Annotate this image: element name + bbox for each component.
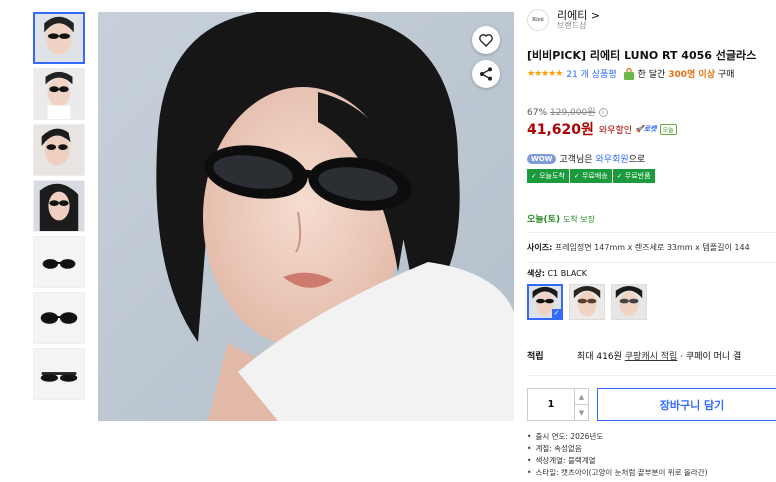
brand-name: 리에티 > [557, 8, 601, 22]
brand-link[interactable]: Rieti 리에티 > 브랜드샵 [527, 9, 600, 31]
wow-discount-label: 와우할인 [598, 125, 633, 136]
quantity-increase-button[interactable]: ▲ [575, 389, 588, 404]
badge-free-return: ✓ 무료반품 [612, 169, 655, 183]
discount-rate: 67% [527, 108, 548, 118]
detail-item: 색상계열: 블랙계열 [527, 455, 708, 467]
quantity-stepper[interactable]: 1 ▲ ▼ [527, 388, 589, 421]
color-label: 색상: [527, 269, 545, 278]
review-count-link[interactable]: 21 개 상품평 [566, 67, 616, 80]
badge-free-shipping: ✓ 무료배송 [569, 169, 612, 183]
thumbnail-1[interactable] [33, 12, 85, 64]
today-badge: 오늘 [659, 123, 677, 135]
rocket-delivery-badge: 🚀로켓 [635, 125, 657, 133]
thumbnail-5[interactable] [33, 236, 85, 288]
thumbnail-3[interactable] [33, 124, 85, 176]
product-info-panel: Rieti 리에티 > 브랜드샵 [비비PICK] 리에티 LUNO RT 40… [527, 0, 776, 482]
wow-text-suffix: 으로 [628, 155, 646, 165]
product-details-list: 출시 연도: 2026년도 계절: 속성없음 색상계열: 블랙계열 스타일: 캣… [527, 431, 708, 479]
color-options: ✓ [527, 284, 653, 320]
delivery-note: 도착 보장 [562, 215, 595, 224]
brand-logo: Rieti [527, 9, 549, 31]
original-price: 129,000원 [550, 108, 596, 118]
wishlist-button[interactable] [472, 26, 500, 54]
points-label: 적립 [527, 352, 544, 362]
divider [527, 375, 776, 376]
color-option-3[interactable] [611, 284, 647, 320]
share-button[interactable] [472, 60, 500, 88]
heart-icon [479, 34, 493, 47]
detail-item: 계절: 속성없음 [527, 443, 708, 455]
final-price: 41,620원 [527, 122, 594, 138]
size-info: 사이즈: 프레임정면 147mm x 렌즈세로 33mm x 템플길이 144 [527, 242, 750, 253]
delivery-info: 오늘(토) 도착 보장 [527, 212, 595, 225]
size-label: 사이즈: [527, 243, 553, 252]
divider [527, 232, 776, 233]
size-value: 프레임정면 147mm x 렌즈세로 33mm x 템플길이 144 [554, 243, 750, 252]
wow-member-row: WOW 고객님은 와우회원 으로 [527, 152, 645, 165]
points-suffix: · 쿠페이 머니 결 [680, 352, 742, 362]
model-photo [98, 12, 514, 421]
quantity-value[interactable]: 1 [528, 389, 574, 420]
color-option-2[interactable] [569, 284, 605, 320]
quantity-decrease-button[interactable]: ▼ [575, 404, 588, 420]
purchase-count-suffix: 구매 [717, 70, 735, 80]
points-info: 적립 최대 416원 쿠팡캐시 적립 · 쿠페이 머니 결 [527, 349, 741, 362]
brand-shop-label: 브랜드샵 [557, 20, 587, 30]
wow-badge: WOW [527, 153, 557, 164]
badge-today-arrival: ✓ 오늘도착 [527, 169, 569, 183]
purchase-count: 한 달간 300명 이상 구매 [638, 67, 735, 80]
share-icon [480, 67, 492, 81]
thumbnail-list [33, 12, 87, 404]
info-icon[interactable]: i [598, 108, 608, 117]
wow-text-prefix: 고객님은 [559, 155, 593, 165]
original-price-row: 67% 129,000원 i [527, 105, 608, 118]
add-to-cart-button[interactable]: 장바구니 담기 [597, 388, 776, 421]
detail-item: 출시 연도: 2026년도 [527, 431, 708, 443]
delivery-date: 오늘(토) [527, 215, 561, 225]
detail-item: 스타일: 캣츠아이(고양이 눈처럼 끝부분이 위로 올라간) [527, 467, 707, 479]
color-option-1[interactable]: ✓ [527, 284, 563, 320]
thumbnail-2[interactable] [33, 68, 85, 120]
shopping-bag-icon [623, 67, 634, 80]
wow-member-link[interactable]: 와우회원 [596, 152, 629, 165]
main-product-image [98, 12, 514, 421]
product-title: [비비PICK] 리에티 LUNO RT 4056 선글라스 [527, 49, 757, 62]
rating-stars: ★★★★★ [527, 68, 563, 79]
thumbnail-7[interactable] [33, 348, 85, 400]
checkmark-icon: ✓ [552, 309, 561, 318]
benefit-badges: ✓ 오늘도착 ✓ 무료배송 ✓ 무료반품 [527, 169, 656, 183]
color-info: 색상: C1 BLACK [527, 268, 587, 279]
coupang-cash-link[interactable]: 쿠팡캐시 적립 [625, 349, 678, 362]
thumbnail-6[interactable] [33, 292, 85, 344]
color-value: C1 BLACK [547, 269, 587, 278]
divider [527, 262, 776, 263]
thumbnail-4[interactable] [33, 180, 85, 232]
final-price-row: 41,620원 와우할인 🚀로켓 오늘 [527, 119, 677, 139]
purchase-count-prefix: 한 달간 [637, 70, 666, 80]
points-prefix: 최대 416원 [577, 352, 622, 362]
purchase-count-highlight: 300명 이상 [668, 70, 715, 80]
rating-row: ★★★★★ 21 개 상품평 한 달간 300명 이상 구매 [527, 67, 734, 80]
